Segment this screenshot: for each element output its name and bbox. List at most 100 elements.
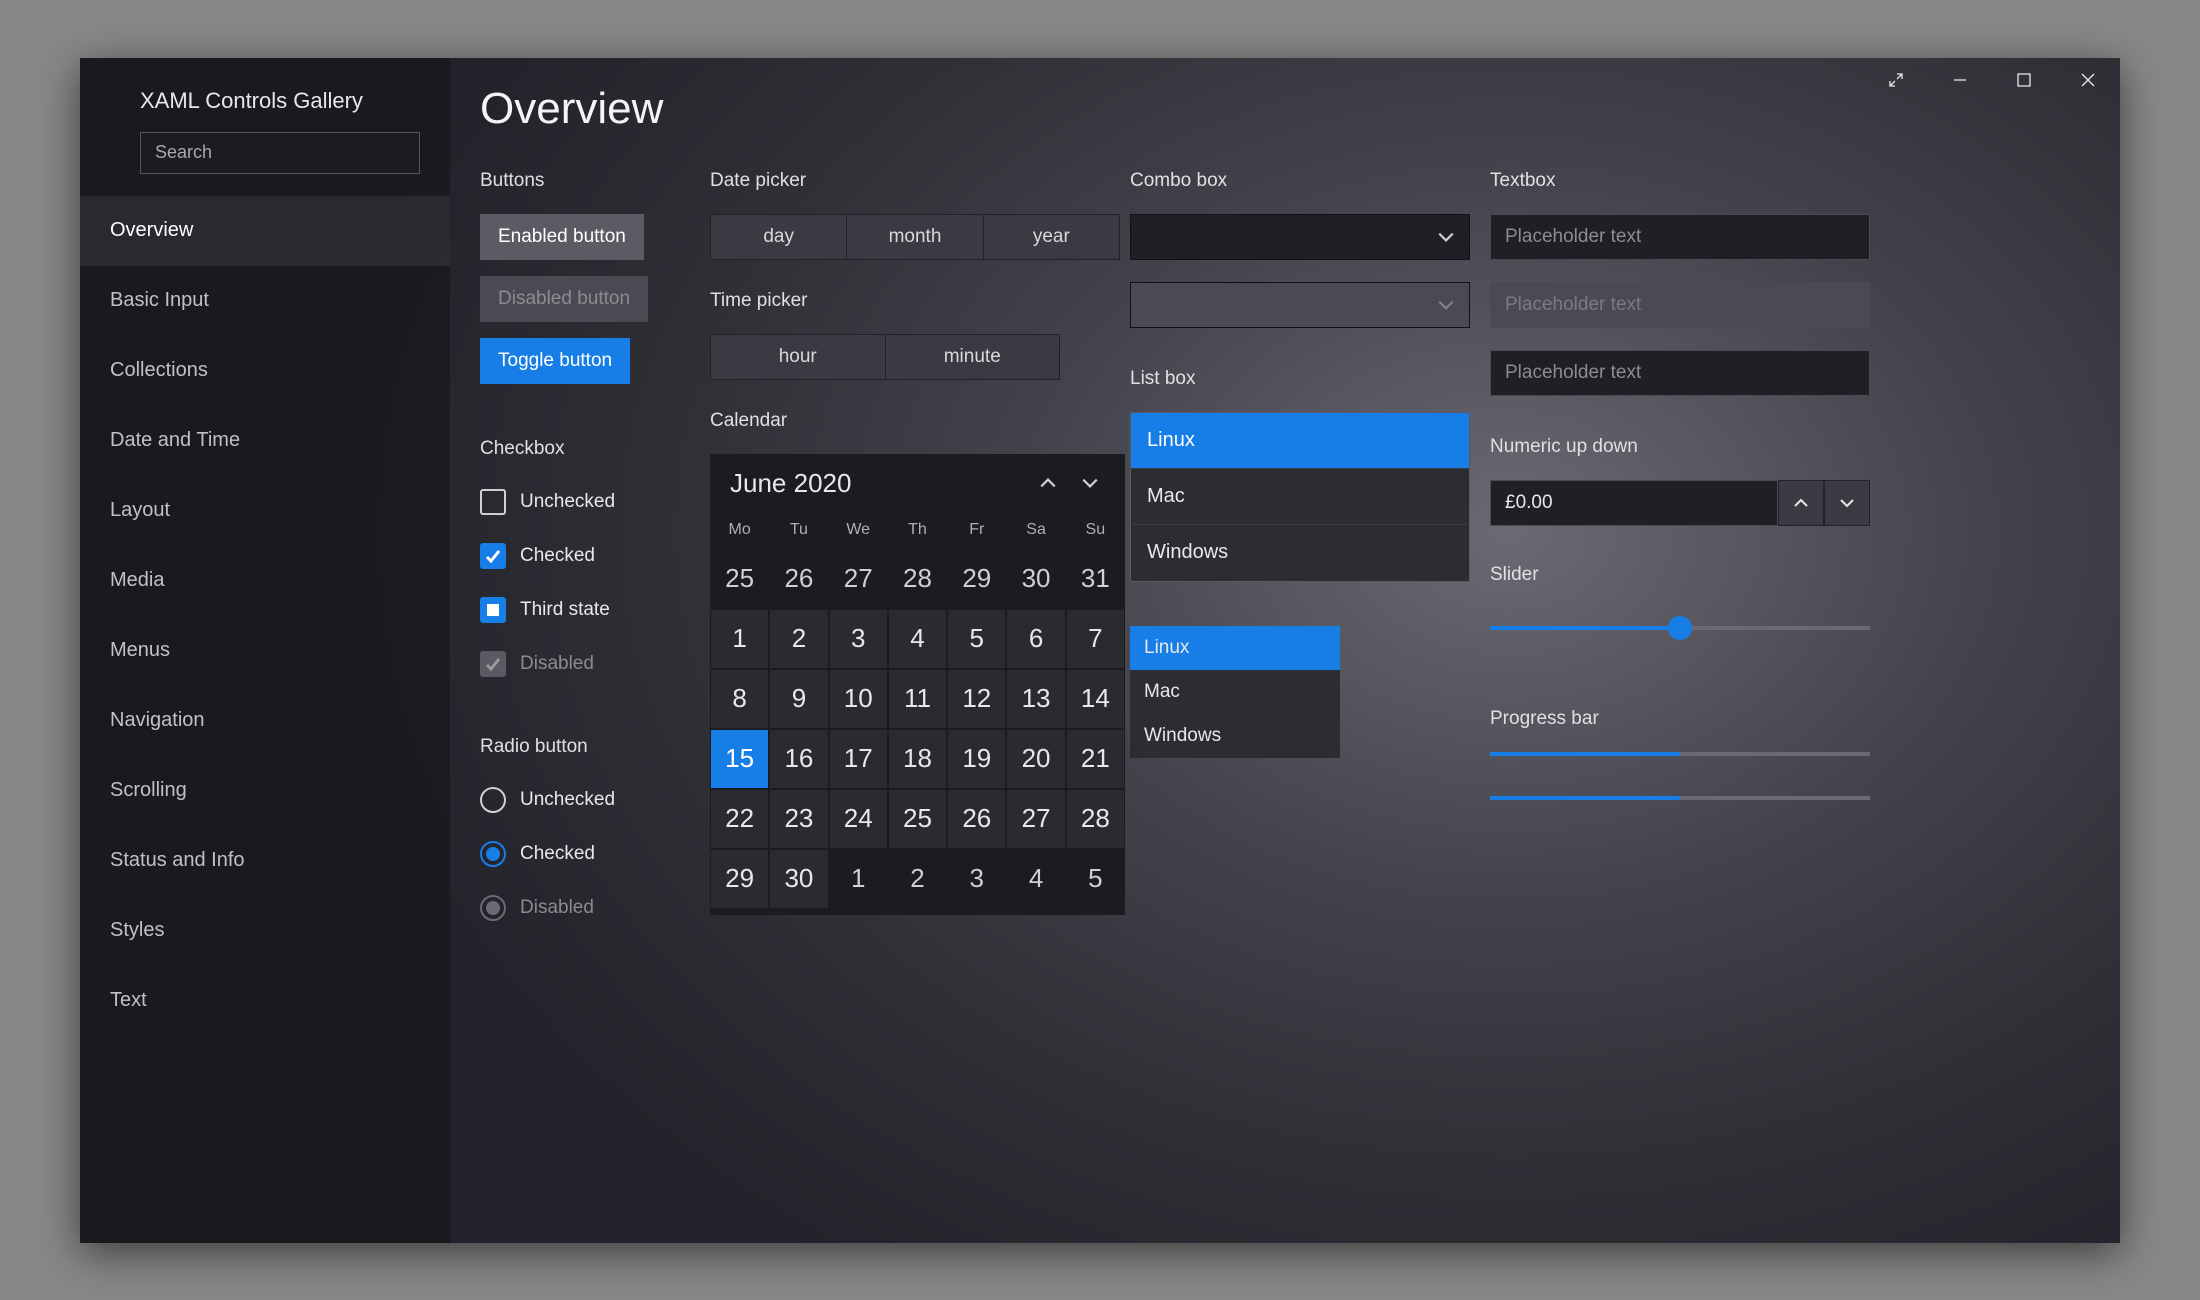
calendar-day[interactable]: 8 bbox=[711, 670, 768, 728]
calendar-day[interactable]: 17 bbox=[830, 730, 887, 788]
enabled-button[interactable]: Enabled button bbox=[480, 214, 644, 260]
calendar-day[interactable]: 15 bbox=[711, 730, 768, 788]
search-input[interactable] bbox=[140, 132, 420, 174]
calendar-day[interactable]: 14 bbox=[1067, 670, 1124, 728]
calendar-day[interactable]: 18 bbox=[889, 730, 946, 788]
calendar-day[interactable]: 26 bbox=[770, 550, 827, 608]
calendar-day[interactable]: 12 bbox=[948, 670, 1005, 728]
calendar-day[interactable]: 25 bbox=[889, 790, 946, 848]
list-item[interactable]: Windows bbox=[1131, 525, 1469, 581]
radio-disabled: Disabled bbox=[480, 888, 710, 928]
radio-unchecked[interactable]: Unchecked bbox=[480, 780, 710, 820]
sidebar-item-scrolling[interactable]: Scrolling bbox=[80, 756, 450, 826]
calendar-day[interactable]: 16 bbox=[770, 730, 827, 788]
calendar-day[interactable]: 4 bbox=[1007, 850, 1064, 908]
calendar-day[interactable]: 2 bbox=[770, 610, 827, 668]
combo-box[interactable] bbox=[1130, 214, 1470, 260]
calendar-day[interactable]: 23 bbox=[770, 790, 827, 848]
calendar-day[interactable]: 13 bbox=[1007, 670, 1064, 728]
time-minute[interactable]: minute bbox=[886, 335, 1060, 379]
calendar-day[interactable]: 1 bbox=[711, 610, 768, 668]
radio-icon bbox=[480, 841, 506, 867]
radio-checked[interactable]: Checked bbox=[480, 834, 710, 874]
numeric-up-button[interactable] bbox=[1778, 480, 1824, 526]
sidebar-item-collections[interactable]: Collections bbox=[80, 336, 450, 406]
checkbox-unchecked[interactable]: Unchecked bbox=[480, 482, 710, 522]
time-hour[interactable]: hour bbox=[711, 335, 886, 379]
sidebar-item-date-and-time[interactable]: Date and Time bbox=[80, 406, 450, 476]
checkbox-thirdstate[interactable]: Third state bbox=[480, 590, 710, 630]
calendar-day[interactable]: 19 bbox=[948, 730, 1005, 788]
calendar-day[interactable]: 9 bbox=[770, 670, 827, 728]
calendar-day[interactable]: 28 bbox=[889, 550, 946, 608]
calendar-day[interactable]: 4 bbox=[889, 610, 946, 668]
sidebar-item-styles[interactable]: Styles bbox=[80, 896, 450, 966]
calendar-day[interactable]: 6 bbox=[1007, 610, 1064, 668]
calendar-day[interactable]: 21 bbox=[1067, 730, 1124, 788]
numeric-value[interactable]: £0.00 bbox=[1490, 480, 1778, 526]
slider-thumb[interactable] bbox=[1668, 616, 1692, 640]
calendar-day[interactable]: 3 bbox=[830, 610, 887, 668]
textbox-input[interactable] bbox=[1490, 214, 1870, 260]
sidebar-item-text[interactable]: Text bbox=[80, 966, 450, 1036]
list-item[interactable]: Mac bbox=[1131, 469, 1469, 525]
calendar-title[interactable]: June 2020 bbox=[730, 468, 1021, 499]
calendar-day[interactable]: 1 bbox=[830, 850, 887, 908]
checkbox-checked[interactable]: Checked bbox=[480, 536, 710, 576]
main: Overview Buttons Enabled button Disabled… bbox=[480, 84, 2080, 1223]
list-item[interactable]: Linux bbox=[1130, 626, 1340, 670]
checkbox-label: Checked bbox=[520, 545, 595, 567]
calendar-day[interactable]: 7 bbox=[1067, 610, 1124, 668]
calendar-day[interactable]: 2 bbox=[889, 850, 946, 908]
col-combo: Combo box List box LinuxMacWindows Linux… bbox=[1130, 170, 1490, 942]
sidebar-item-menus[interactable]: Menus bbox=[80, 616, 450, 686]
date-month[interactable]: month bbox=[847, 215, 983, 259]
time-picker[interactable]: hour minute bbox=[710, 334, 1060, 380]
calendar-day[interactable]: 29 bbox=[711, 850, 768, 908]
sidebar-item-media[interactable]: Media bbox=[80, 546, 450, 616]
calendar-day[interactable]: 5 bbox=[1067, 850, 1124, 908]
textbox-input-2[interactable] bbox=[1490, 350, 1870, 396]
calendar-day[interactable]: 28 bbox=[1067, 790, 1124, 848]
toggle-button[interactable]: Toggle button bbox=[480, 338, 630, 384]
calendar-day[interactable]: 22 bbox=[711, 790, 768, 848]
calendar-day[interactable]: 11 bbox=[889, 670, 946, 728]
date-picker[interactable]: day month year bbox=[710, 214, 1120, 260]
sidebar-item-basic-input[interactable]: Basic Input bbox=[80, 266, 450, 336]
list-item[interactable]: Linux bbox=[1131, 413, 1469, 469]
list-item[interactable]: Windows bbox=[1130, 714, 1340, 758]
page-title: Overview bbox=[480, 84, 2080, 134]
col-buttons: Buttons Enabled button Disabled button T… bbox=[480, 170, 710, 942]
calendar-day[interactable]: 30 bbox=[1007, 550, 1064, 608]
calendar-day[interactable]: 27 bbox=[830, 550, 887, 608]
date-day[interactable]: day bbox=[711, 215, 847, 259]
calendar-day[interactable]: 31 bbox=[1067, 550, 1124, 608]
calendar-day[interactable]: 3 bbox=[948, 850, 1005, 908]
listbox[interactable]: LinuxMacWindows bbox=[1130, 412, 1470, 582]
sidebar-item-navigation[interactable]: Navigation bbox=[80, 686, 450, 756]
calendar[interactable]: June 2020 MoTuWeThFrSaSu2526272829303112… bbox=[710, 454, 1125, 915]
calendar-day[interactable]: 24 bbox=[830, 790, 887, 848]
calendar-day[interactable]: 20 bbox=[1007, 730, 1064, 788]
numeric-up-down[interactable]: £0.00 bbox=[1490, 480, 1870, 526]
calendar-day[interactable]: 10 bbox=[830, 670, 887, 728]
date-year[interactable]: year bbox=[984, 215, 1119, 259]
calendar-day[interactable]: 30 bbox=[770, 850, 827, 908]
calendar-dow: Fr bbox=[947, 513, 1006, 549]
sidebar-item-layout[interactable]: Layout bbox=[80, 476, 450, 546]
listbox-compact[interactable]: LinuxMacWindows bbox=[1130, 626, 1340, 758]
calendar-day[interactable]: 29 bbox=[948, 550, 1005, 608]
calendar-prev-button[interactable] bbox=[1033, 468, 1063, 498]
numeric-down-button[interactable] bbox=[1824, 480, 1870, 526]
progress-bar-2 bbox=[1490, 796, 1870, 800]
calendar-day[interactable]: 26 bbox=[948, 790, 1005, 848]
list-item[interactable]: Mac bbox=[1130, 670, 1340, 714]
calendar-day[interactable]: 27 bbox=[1007, 790, 1064, 848]
calendar-next-button[interactable] bbox=[1075, 468, 1105, 498]
sidebar-item-status-and-info[interactable]: Status and Info bbox=[80, 826, 450, 896]
sidebar-item-overview[interactable]: Overview bbox=[80, 196, 450, 266]
slider[interactable] bbox=[1490, 608, 1870, 648]
calendar-dow: Tu bbox=[769, 513, 828, 549]
calendar-day[interactable]: 5 bbox=[948, 610, 1005, 668]
calendar-day[interactable]: 25 bbox=[711, 550, 768, 608]
